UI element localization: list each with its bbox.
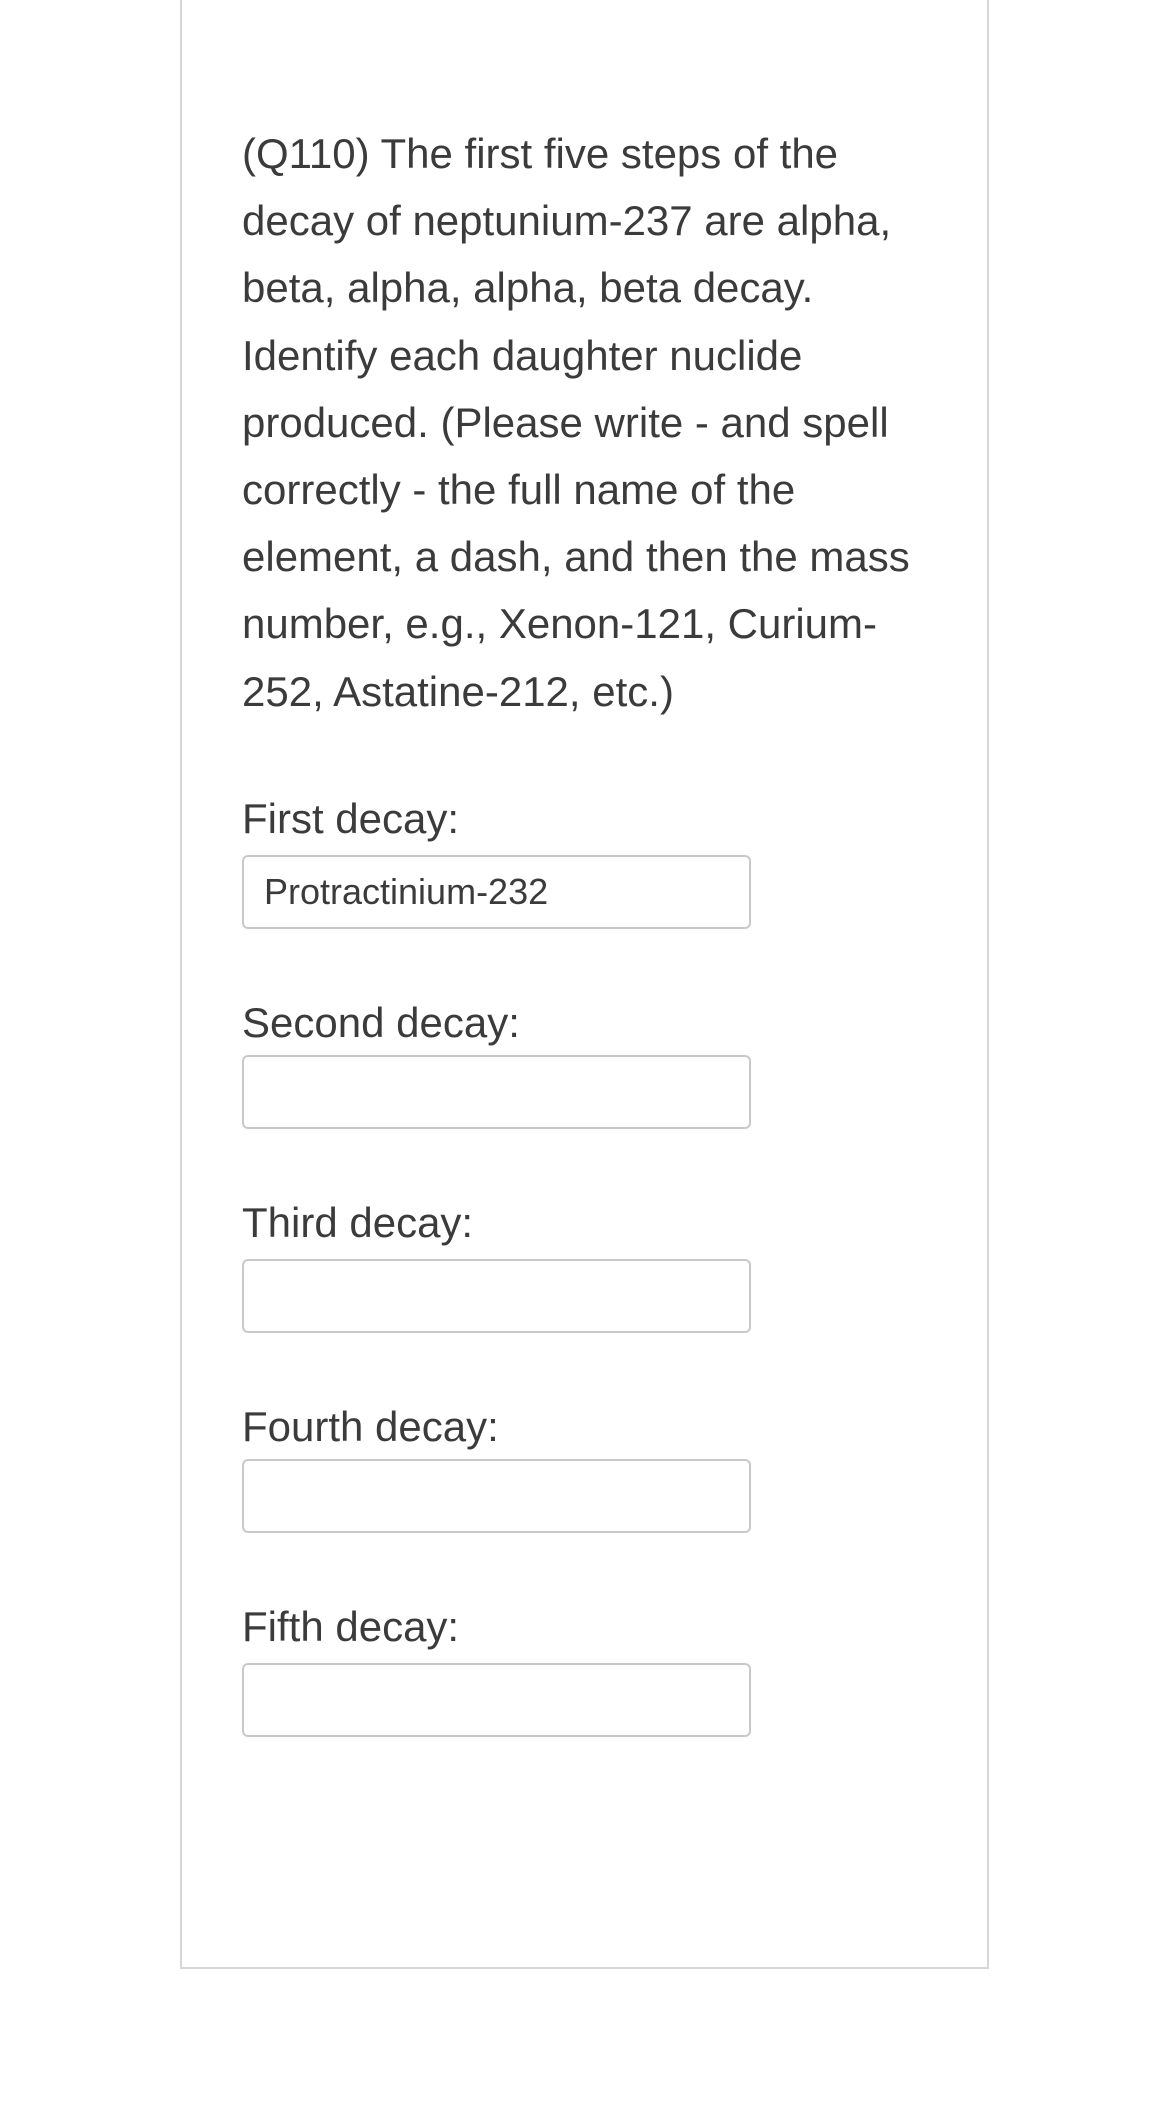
- fourth-decay-label: Fourth decay:: [242, 1403, 499, 1451]
- second-decay-row: Second decay:: [242, 999, 927, 1129]
- fifth-decay-label: Fifth decay:: [242, 1603, 459, 1651]
- fifth-decay-row: Fifth decay:: [242, 1603, 927, 1737]
- third-decay-row: Third decay:: [242, 1199, 927, 1333]
- fifth-decay-input[interactable]: [242, 1663, 751, 1737]
- first-decay-label: First decay:: [242, 795, 459, 843]
- first-decay-input[interactable]: [242, 855, 751, 929]
- fourth-decay-row: Fourth decay:: [242, 1403, 927, 1533]
- first-decay-row: First decay:: [242, 795, 927, 929]
- question-text: (Q110) The first five steps of the decay…: [242, 120, 927, 725]
- fourth-decay-input[interactable]: [242, 1459, 751, 1533]
- second-decay-label: Second decay:: [242, 999, 520, 1047]
- third-decay-label: Third decay:: [242, 1199, 473, 1247]
- question-card: (Q110) The first five steps of the decay…: [180, 0, 989, 1969]
- second-decay-input[interactable]: [242, 1055, 751, 1129]
- third-decay-input[interactable]: [242, 1259, 751, 1333]
